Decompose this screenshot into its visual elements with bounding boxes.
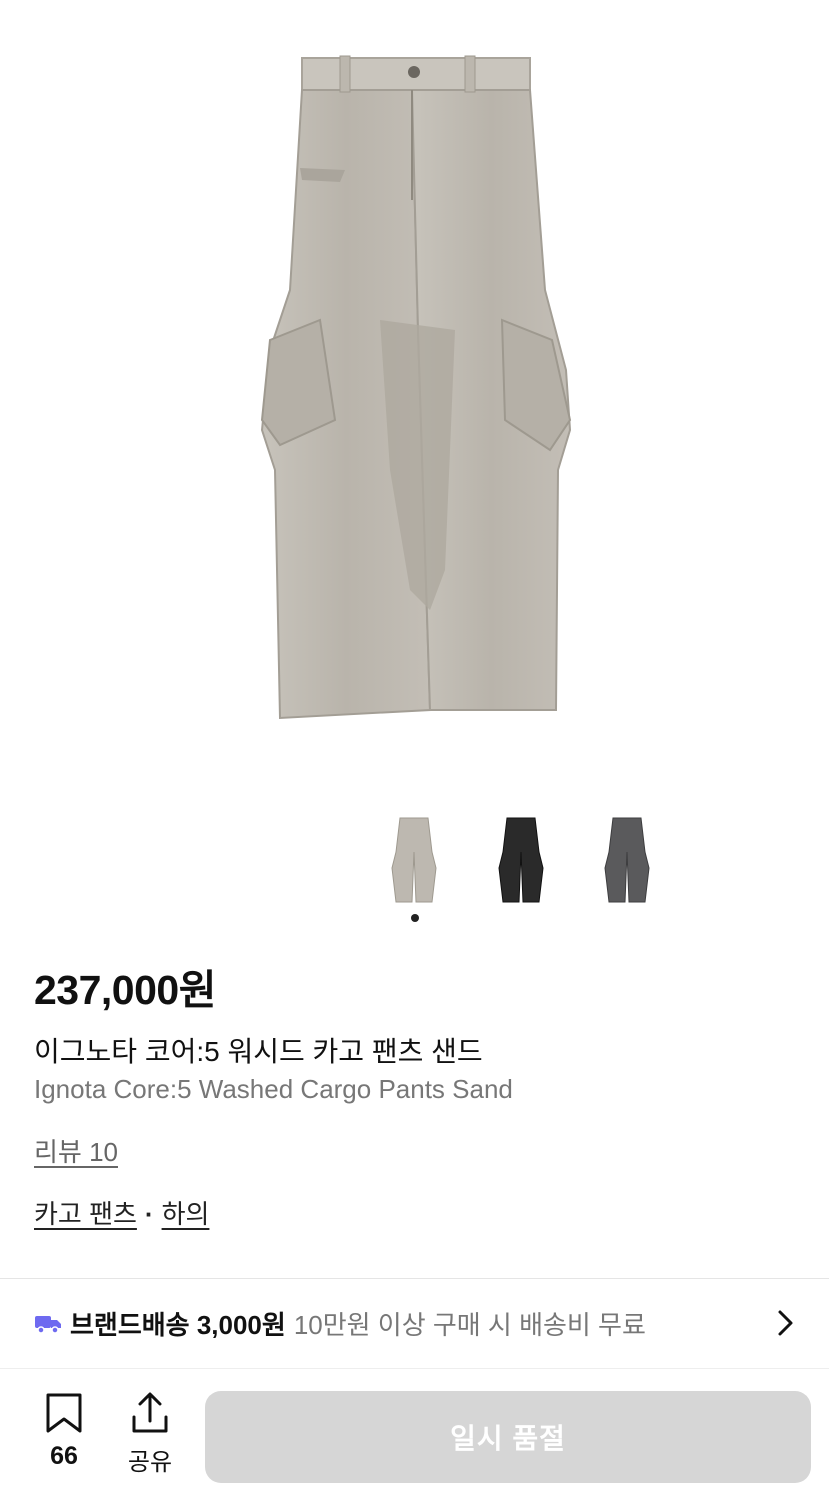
shipping-info-row[interactable]: 브랜드배송 3,000원 10만원 이상 구매 시 배송비 무료: [0, 1279, 829, 1367]
category-breadcrumb: 카고 팬츠 · 하의: [34, 1194, 209, 1231]
product-price: 237,000원: [34, 967, 216, 1013]
review-link[interactable]: 리뷰 10: [34, 1132, 118, 1169]
cargo-pants-image: [260, 55, 572, 720]
thumbnail-strip: [0, 812, 829, 912]
category-link-bottoms[interactable]: 하의: [162, 1199, 210, 1229]
carousel-indicator: [411, 914, 419, 922]
pants-thumbnail-charcoal[interactable]: [599, 812, 655, 908]
bookmark-count: 66: [50, 1442, 78, 1470]
shipping-fee: 브랜드배송 3,000원: [70, 1309, 286, 1340]
pants-thumbnail-black[interactable]: [493, 812, 549, 908]
bottom-action-bar: 66 공유 일시 품절: [0, 1368, 829, 1500]
share-icon: [132, 1392, 168, 1433]
share-button[interactable]: 공유: [122, 1391, 178, 1477]
category-separator: ·: [144, 1199, 154, 1229]
sold-out-button[interactable]: 일시 품절: [205, 1391, 811, 1483]
chevron-right-icon: [778, 1310, 793, 1336]
product-name-english: Ignota Core:5 Washed Cargo Pants Sand: [34, 1074, 513, 1104]
truck-icon: [35, 1316, 61, 1334]
product-name-korean: 이그노타 코어:5 워시드 카고 팬츠 샌드: [34, 1036, 483, 1067]
category-link-cargo-pants[interactable]: 카고 팬츠: [34, 1199, 137, 1229]
free-shipping-condition: 10만원 이상 구매 시 배송비 무료: [293, 1309, 646, 1340]
bookmark-icon: [46, 1393, 82, 1433]
bookmark-button[interactable]: 66: [38, 1391, 90, 1471]
pants-thumbnail-sand[interactable]: [386, 812, 442, 908]
product-image[interactable]: [0, 0, 829, 800]
share-label: 공유: [127, 1449, 173, 1476]
